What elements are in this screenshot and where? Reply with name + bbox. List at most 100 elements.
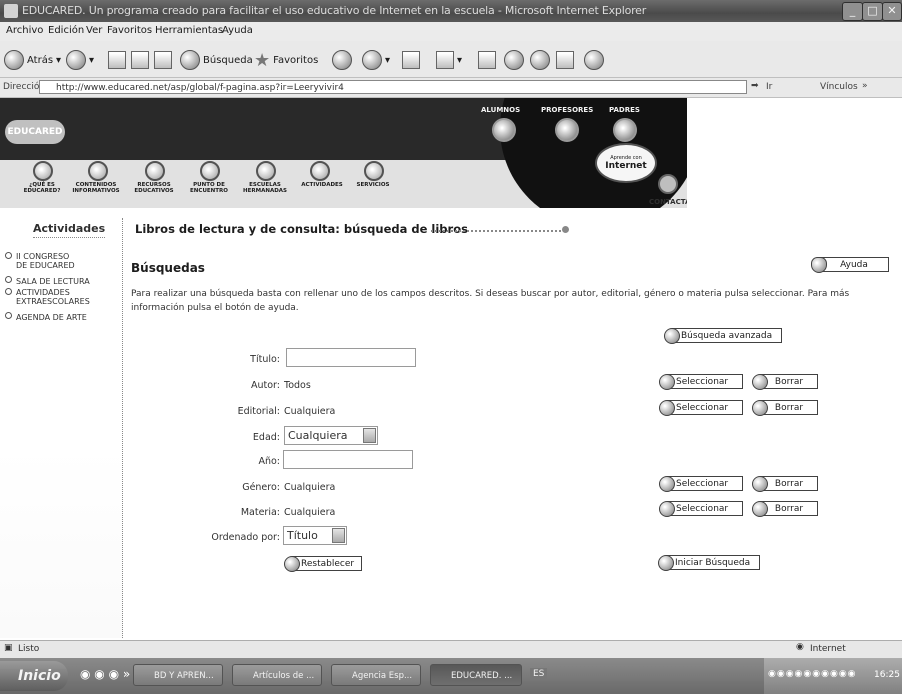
nav-icon-punto[interactable] [200, 161, 220, 181]
search-icon [658, 555, 674, 571]
start-search-button[interactable]: Iniciar Búsqueda [658, 555, 760, 571]
nav-servicios[interactable]: SERVICIOS [350, 182, 396, 188]
nav-contenidos[interactable]: CONTENIDOS INFORMATIVOS [68, 182, 124, 194]
favorites-label: Favoritos [273, 54, 319, 66]
search-button[interactable]: Búsqueda [180, 49, 253, 71]
chevron-down-icon[interactable] [332, 528, 345, 543]
alumnos-icon[interactable] [492, 118, 516, 142]
back-button[interactable]: Atrás ▾ [4, 49, 61, 71]
editorial-label: Editorial: [237, 406, 280, 417]
nav-icon-servicios[interactable] [364, 161, 384, 181]
tray-icons[interactable]: ◉◉◉◉◉◉◉◉◉◉ [768, 669, 857, 679]
close-button[interactable]: ✕ [882, 2, 902, 21]
advanced-search-button[interactable]: Búsqueda avanzada [664, 328, 782, 344]
media-button[interactable] [556, 49, 574, 71]
globe-icon: ◉ [796, 642, 804, 652]
menu-edicion[interactable]: Edición [48, 25, 84, 36]
editorial-select-button[interactable]: Seleccionar [659, 400, 743, 416]
reset-button[interactable]: Restablecer [284, 556, 362, 572]
mail-button[interactable]: ▾ [362, 49, 390, 71]
list-icon [659, 374, 675, 390]
genero-clear-button[interactable]: Borrar [752, 476, 818, 492]
nav-icon-escuelas[interactable] [256, 161, 276, 181]
menu-favoritos[interactable]: Favoritos [107, 25, 152, 36]
print-button[interactable] [402, 49, 420, 71]
task-agencia[interactable]: Agencia Esp... [331, 664, 421, 686]
autor-clear-button[interactable]: Borrar [752, 374, 818, 390]
history-icon [332, 50, 352, 70]
nav-escuelas[interactable]: ESCUELAS HERMANADAS [238, 182, 292, 194]
aprende-con-internet-badge[interactable]: Aprende con Internet [595, 143, 657, 183]
menu-herramientas[interactable]: Herramientas [155, 25, 223, 36]
history-button[interactable] [332, 49, 352, 71]
bullet-icon [5, 288, 12, 295]
genero-value: Cualquiera [284, 482, 336, 493]
messenger-icon [504, 50, 524, 70]
sidebar-item-congreso[interactable]: II CONGRESO DE EDUCARED [5, 252, 78, 270]
forward-button[interactable]: ▾ [66, 49, 94, 71]
sidebar-item-agenda-arte[interactable]: AGENDA DE ARTE [5, 312, 87, 322]
address-input[interactable]: http://www.educared.net/asp/global/f-pag… [39, 80, 747, 94]
profesores-icon[interactable] [555, 118, 579, 142]
aprende-big: Internet [605, 161, 647, 171]
edad-select[interactable]: Cualquiera [284, 426, 378, 445]
top-link-profesores[interactable]: PROFESORES [541, 106, 593, 114]
nav-recursos[interactable]: RECURSOS EDUCATIVOS [130, 182, 178, 194]
orden-select[interactable]: Título [283, 526, 347, 545]
titulo-input[interactable] [286, 348, 416, 367]
discuss-button[interactable] [478, 49, 496, 71]
people-button[interactable] [584, 49, 604, 71]
nav-icon-que-es[interactable] [33, 161, 53, 181]
top-link-alumnos[interactable]: ALUMNOS [481, 106, 520, 114]
nav-icon-actividades[interactable] [310, 161, 330, 181]
contacta-icon[interactable] [658, 174, 678, 194]
favorites-button[interactable]: ★ Favoritos [254, 49, 318, 71]
materia-clear-button[interactable]: Borrar [752, 501, 818, 517]
menu-ver[interactable]: Ver [86, 25, 102, 36]
quick-launch-icons[interactable]: ◉ ◉ ◉ » [80, 667, 130, 681]
genero-select-button[interactable]: Seleccionar [659, 476, 743, 492]
home-button[interactable] [154, 49, 172, 71]
materia-label: Materia: [240, 507, 280, 518]
nav-icon-contenidos[interactable] [88, 161, 108, 181]
stop-button[interactable] [108, 49, 126, 71]
menu-archivo[interactable]: Archivo [6, 25, 43, 36]
edad-label: Edad: [252, 432, 280, 443]
stop-icon [108, 51, 126, 69]
task-educared[interactable]: EDUCARED. ... [430, 664, 522, 686]
help-button[interactable]: Ayuda [811, 257, 889, 273]
task-bd-apren[interactable]: BD Y APREN... [133, 664, 223, 686]
go-button[interactable]: Ir [766, 82, 772, 92]
links-button[interactable]: Vínculos [820, 82, 858, 92]
autor-select-button[interactable]: Seleccionar [659, 374, 743, 390]
minimize-button[interactable]: _ [842, 2, 863, 21]
nav-que-es[interactable]: ¿QUÉ ES EDUCARED? [18, 182, 66, 194]
research-button[interactable] [530, 49, 550, 71]
sidebar-item-extraescolares[interactable]: ACTIVIDADES EXTRAESCOLARES [5, 288, 94, 306]
materia-select-button[interactable]: Seleccionar [659, 501, 743, 517]
sidebar-title: Actividades [33, 222, 106, 238]
nav-icon-recursos[interactable] [145, 161, 165, 181]
go-arrow-icon[interactable]: ➡ [751, 81, 759, 91]
menu-ayuda[interactable]: Ayuda [222, 25, 253, 36]
top-link-padres[interactable]: PADRES [609, 106, 640, 114]
sidebar-item-sala-lectura[interactable]: SALA DE LECTURA [5, 276, 90, 286]
task-articulos[interactable]: Artículos de ... [232, 664, 322, 686]
chevron-down-icon[interactable] [363, 428, 376, 443]
padres-icon[interactable] [613, 118, 637, 142]
nav-punto[interactable]: PUNTO DE ENCUENTRO [186, 182, 232, 194]
contacta-link[interactable]: CONTACTA [649, 198, 687, 206]
educared-logo[interactable]: EDUCARED [5, 120, 65, 144]
anio-input[interactable] [283, 450, 413, 469]
messenger-button[interactable] [504, 49, 524, 71]
nav-actividades[interactable]: ACTIVIDADES [297, 182, 347, 188]
maximize-button[interactable]: □ [862, 2, 883, 21]
chevron-right-icon[interactable]: » [862, 81, 868, 91]
refresh-button[interactable] [131, 49, 149, 71]
edit-button[interactable]: ▾ [436, 49, 462, 71]
description: Para realizar una búsqueda basta con rel… [131, 289, 850, 313]
language-indicator[interactable]: ES [530, 668, 548, 680]
start-button[interactable]: Inicio [0, 661, 68, 691]
editorial-clear-button[interactable]: Borrar [752, 400, 818, 416]
print-icon [402, 51, 420, 69]
